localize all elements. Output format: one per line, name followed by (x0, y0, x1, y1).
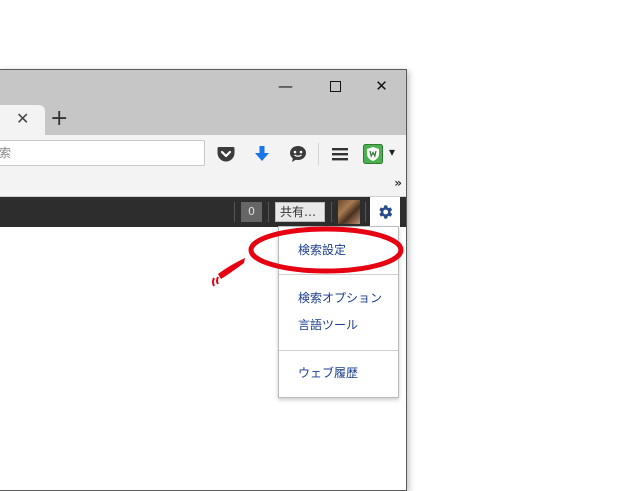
menu-divider (279, 274, 398, 275)
new-tab-button[interactable]: + (50, 106, 68, 132)
maximize-icon (330, 80, 341, 92)
nav-toolbar: 索 ▾ (0, 135, 406, 174)
gbar-separator (365, 202, 366, 222)
extension-dropdown-icon[interactable]: ▾ (389, 145, 395, 159)
avatar[interactable] (338, 200, 360, 224)
toolbar-separator (318, 143, 319, 165)
download-arrow-icon[interactable] (251, 143, 273, 165)
menu-divider (279, 350, 398, 351)
gbar-separator (268, 202, 269, 222)
share-button[interactable]: 共有… (275, 202, 325, 222)
hamburger-menu-icon[interactable] (329, 143, 351, 165)
google-bar: 0 共有… (0, 197, 406, 227)
green-shield-extension-icon[interactable] (362, 143, 384, 165)
menu-item-search-options[interactable]: 検索オプション (279, 287, 398, 309)
close-window-button[interactable]: ✕ (359, 70, 404, 102)
pocket-icon[interactable] (215, 143, 237, 165)
active-tab[interactable]: ✕ (0, 105, 45, 135)
tab-close-icon[interactable]: ✕ (16, 109, 29, 128)
menu-item-language-tools[interactable]: 言語ツール (279, 314, 398, 336)
speech-bubble-icon[interactable] (287, 143, 309, 165)
bookmarks-overflow-icon[interactable]: » (394, 176, 402, 190)
gbar-separator (331, 202, 332, 222)
address-bar-text: 索 (0, 146, 12, 160)
settings-dropdown-menu: 検索設定 検索オプション 言語ツール ウェブ履歴 (278, 226, 399, 398)
menu-item-web-history[interactable]: ウェブ履歴 (279, 362, 398, 384)
address-bar[interactable]: 索 (0, 140, 205, 166)
tab-strip: ✕ + (0, 105, 406, 135)
notification-count-badge[interactable]: 0 (241, 202, 262, 222)
minimize-button[interactable]: — (263, 70, 308, 102)
gbar-separator (234, 202, 235, 222)
gear-icon (379, 205, 393, 219)
settings-button[interactable] (370, 197, 400, 227)
menu-item-search-settings[interactable]: 検索設定 (279, 239, 398, 261)
maximize-button[interactable] (313, 70, 358, 102)
title-bar: — ✕ (0, 70, 406, 105)
bookmarks-bar: » (0, 174, 406, 197)
